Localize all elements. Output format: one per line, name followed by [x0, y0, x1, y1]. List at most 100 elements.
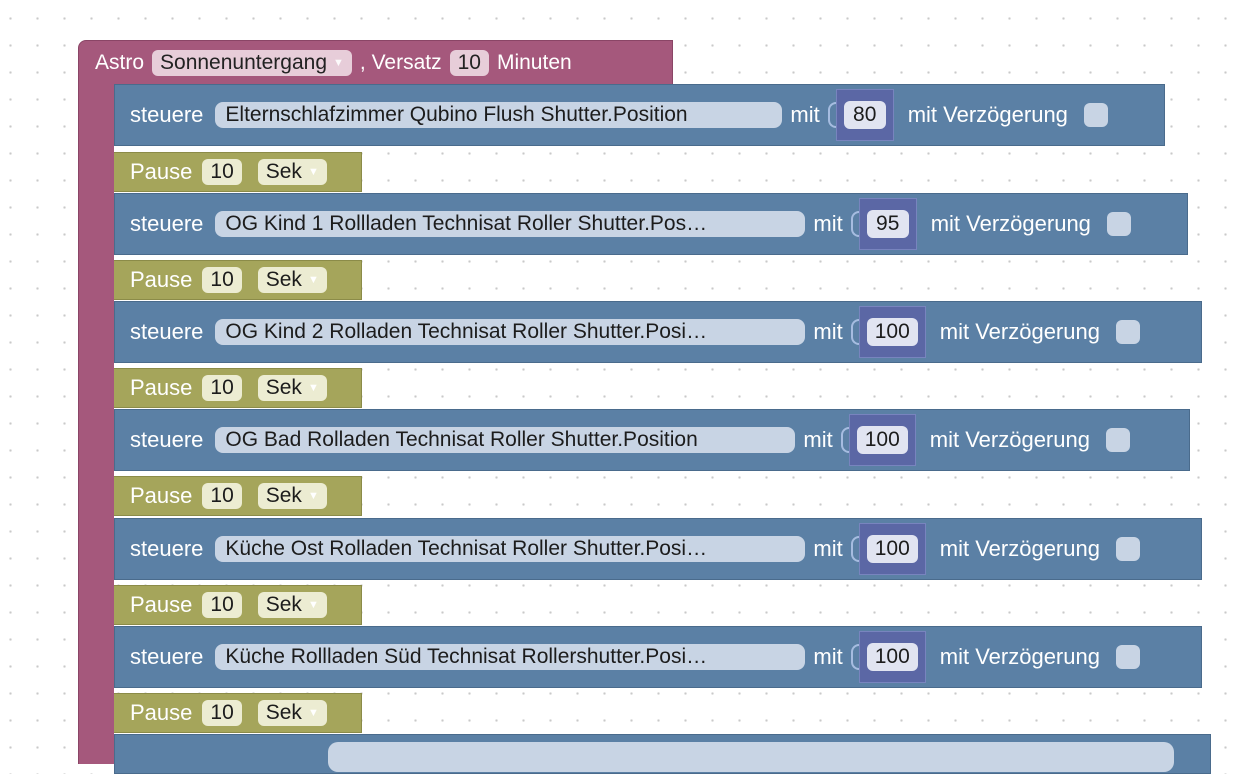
delay-label: mit Verzögerung — [939, 644, 1100, 669]
pause-duration-input[interactable]: 10 — [202, 700, 242, 726]
control-block[interactable]: steuere OG Bad Rolladen Technisat Roller… — [114, 409, 1190, 471]
value-input[interactable]: 80 — [843, 101, 886, 129]
pause-block[interactable]: Pause 10 Sek ▼ — [114, 476, 362, 516]
pause-label: Pause — [130, 483, 193, 508]
pause-block[interactable]: Pause 10 Sek ▼ — [114, 693, 362, 733]
delay-label: mit Verzögerung — [939, 536, 1100, 561]
delay-checkbox[interactable] — [1106, 212, 1131, 236]
pause-unit-dropdown[interactable]: Sek ▼ — [257, 267, 327, 293]
astro-event-value: Sonnenuntergang — [160, 50, 328, 74]
object-id-field[interactable]: OG Kind 1 Rollladen Technisat Roller Shu… — [215, 211, 806, 237]
control-block[interactable]: steuere OG Kind 2 Rolladen Technisat Rol… — [114, 301, 1202, 363]
object-id-field[interactable]: OG Bad Rolladen Technisat Roller Shutter… — [215, 427, 796, 453]
puzzle-connector-icon — [850, 319, 859, 345]
pause-unit-dropdown[interactable]: Sek ▼ — [257, 159, 327, 185]
with-label: mit — [813, 644, 843, 669]
value-block[interactable]: 100 — [858, 523, 926, 575]
pause-block[interactable]: Pause 10 Sek ▼ — [114, 152, 362, 192]
with-label: mit — [813, 536, 843, 561]
pause-unit-value: Sek — [265, 160, 302, 183]
delay-checkbox[interactable] — [1115, 645, 1140, 669]
pause-block[interactable]: Pause 10 Sek ▼ — [114, 260, 362, 300]
pause-unit-dropdown[interactable]: Sek ▼ — [257, 592, 327, 618]
astro-label: Astro — [95, 50, 145, 74]
control-block[interactable]: steuere Küche Rollladen Süd Technisat Ro… — [114, 626, 1202, 688]
pause-block[interactable]: Pause 10 Sek ▼ — [114, 585, 362, 625]
object-id-field[interactable]: OG Kind 2 Rolladen Technisat Roller Shut… — [215, 319, 806, 345]
with-label: mit — [803, 427, 833, 452]
value-block[interactable]: 95 — [858, 198, 917, 250]
delay-checkbox[interactable] — [1115, 320, 1140, 344]
object-id-field[interactable]: Elternschlafzimmer Qubino Flush Shutter.… — [215, 102, 783, 128]
value-block[interactable]: 100 — [858, 631, 926, 683]
offset-unit-label: Minuten — [496, 50, 572, 74]
pause-label: Pause — [130, 159, 193, 184]
pause-label: Pause — [130, 700, 193, 725]
pause-label: Pause — [130, 592, 193, 617]
control-block[interactable]: steuere Küche Ost Rolladen Technisat Rol… — [114, 518, 1202, 580]
pause-unit-value: Sek — [265, 593, 302, 616]
puzzle-connector-icon — [840, 427, 849, 453]
value-block[interactable]: 100 — [858, 306, 926, 358]
puzzle-connector-icon — [850, 536, 859, 562]
pause-unit-value: Sek — [265, 484, 302, 507]
pause-block[interactable]: Pause 10 Sek ▼ — [114, 368, 362, 408]
chevron-down-icon: ▼ — [307, 707, 319, 719]
puzzle-connector-icon — [850, 211, 859, 237]
blockly-workspace[interactable]: Astro Sonnenuntergang ▼ , Versatz 10 Min… — [0, 0, 1250, 774]
value-block[interactable]: 100 — [848, 414, 916, 466]
pause-duration-input[interactable]: 10 — [202, 375, 242, 401]
pause-duration-input[interactable]: 10 — [202, 483, 242, 509]
pause-unit-dropdown[interactable]: Sek ▼ — [257, 375, 327, 401]
value-input[interactable]: 100 — [866, 535, 918, 563]
pause-duration-input[interactable]: 10 — [202, 159, 242, 185]
offset-label: , Versatz — [359, 50, 442, 74]
delay-label: mit Verzögerung — [929, 427, 1090, 452]
delay-checkbox[interactable] — [1115, 537, 1140, 561]
pause-unit-value: Sek — [265, 268, 302, 291]
astro-trigger-block[interactable]: Astro Sonnenuntergang ▼ , Versatz 10 Min… — [78, 40, 673, 84]
with-label: mit — [790, 102, 820, 127]
delay-label: mit Verzögerung — [907, 102, 1068, 127]
offset-input[interactable]: 10 — [449, 49, 489, 76]
pause-unit-value: Sek — [265, 701, 302, 724]
value-input[interactable]: 95 — [866, 210, 909, 238]
chevron-down-icon: ▼ — [307, 382, 319, 394]
value-block[interactable]: 80 — [835, 89, 894, 141]
control-verb-label: steuere — [130, 644, 204, 669]
pause-duration-input[interactable]: 10 — [202, 267, 242, 293]
control-verb-label: steuere — [130, 211, 204, 236]
delay-label: mit Verzögerung — [939, 319, 1100, 344]
control-block[interactable]: steuere OG Kind 1 Rollladen Technisat Ro… — [114, 193, 1188, 255]
object-id-field[interactable]: Küche Rollladen Süd Technisat Rollershut… — [215, 644, 806, 670]
delay-label: mit Verzögerung — [930, 211, 1091, 236]
value-input[interactable]: 100 — [866, 643, 918, 671]
pause-duration-input[interactable]: 10 — [202, 592, 242, 618]
value-input[interactable]: 100 — [866, 318, 918, 346]
control-verb-label: steuere — [130, 536, 204, 561]
chevron-down-icon: ▼ — [307, 166, 319, 178]
delay-checkbox[interactable] — [1083, 103, 1108, 127]
pause-label: Pause — [130, 375, 193, 400]
chevron-down-icon: ▼ — [307, 274, 319, 286]
pause-unit-dropdown[interactable]: Sek ▼ — [257, 700, 327, 726]
with-label: mit — [813, 319, 843, 344]
puzzle-connector-icon — [850, 644, 859, 670]
chevron-down-icon: ▼ — [307, 490, 319, 502]
puzzle-connector-icon — [827, 102, 836, 128]
object-id-field-partial[interactable] — [328, 742, 1174, 772]
pause-unit-value: Sek — [265, 376, 302, 399]
chevron-down-icon: ▼ — [307, 599, 319, 611]
control-verb-label: steuere — [130, 427, 204, 452]
chevron-down-icon: ▼ — [333, 56, 344, 69]
object-id-field[interactable]: Küche Ost Rolladen Technisat Roller Shut… — [215, 536, 806, 562]
pause-unit-dropdown[interactable]: Sek ▼ — [257, 483, 327, 509]
astro-block-body — [78, 84, 114, 764]
astro-event-dropdown[interactable]: Sonnenuntergang ▼ — [152, 49, 352, 76]
delay-checkbox[interactable] — [1105, 428, 1130, 452]
control-block[interactable]: steuere Elternschlafzimmer Qubino Flush … — [114, 84, 1165, 146]
control-verb-label: steuere — [130, 102, 204, 127]
value-input[interactable]: 100 — [856, 426, 908, 454]
with-label: mit — [813, 211, 843, 236]
pause-label: Pause — [130, 267, 193, 292]
